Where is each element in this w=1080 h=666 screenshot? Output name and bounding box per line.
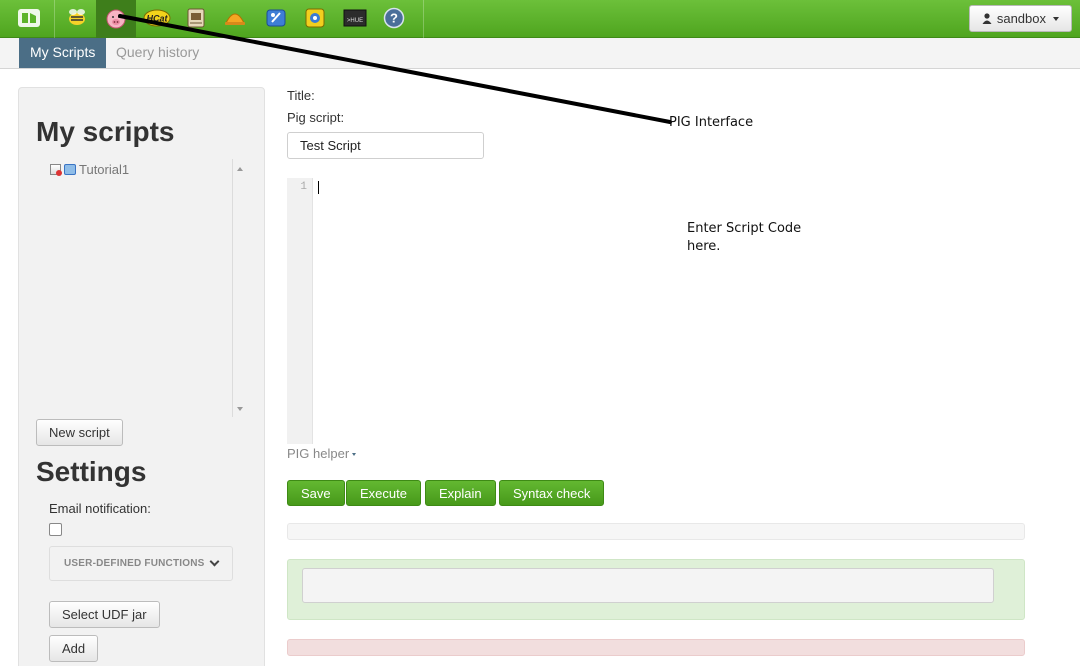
annotation-arrow [118, 14, 672, 124]
enter-code-annotation-line2: here. [687, 239, 721, 254]
pig-interface-annotation: PIG Interface [669, 115, 754, 130]
pig-app-window: HCat >HUE ? sandbox My Scripts Query his… [0, 0, 1080, 666]
enter-code-annotation-line1: Enter Script Code [687, 221, 802, 236]
